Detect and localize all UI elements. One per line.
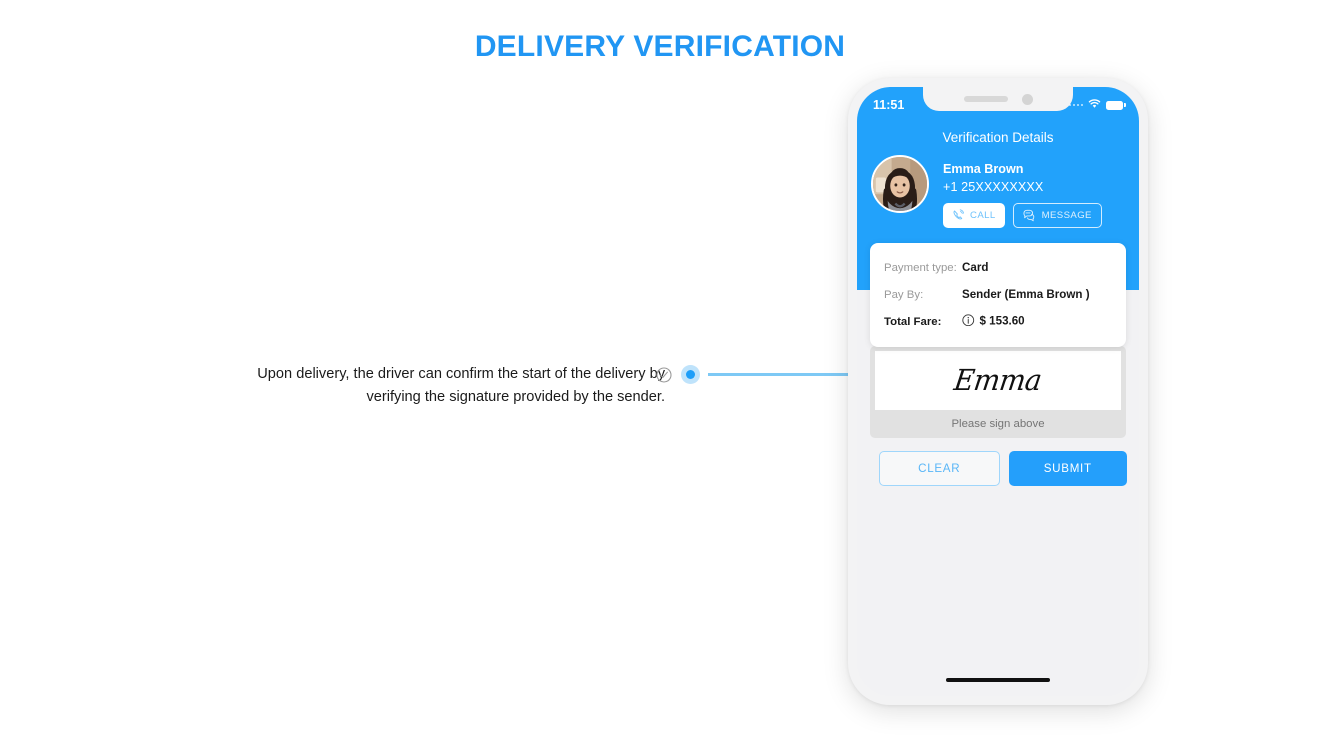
payment-type-value: Card [962,261,989,274]
connector-line [708,373,848,376]
total-fare-value: $ 153.60 [979,314,1025,328]
message-button[interactable]: MESSAGE [1012,203,1102,228]
payment-type-label: Payment type: [884,261,957,274]
payment-row-total: Total Fare: $ 153.60 [884,308,1112,335]
home-indicator[interactable] [946,678,1050,682]
contact-actions: CALL MESSAGE [943,203,1125,228]
total-fare-label: Total Fare: [884,315,942,328]
message-label: MESSAGE [1041,210,1092,221]
contact-name: Emma Brown [943,162,1024,176]
phone-screen: 11:51 Verification Details Emma Brown +1… [857,87,1139,696]
phone-mockup: 11:51 Verification Details Emma Brown +1… [848,78,1148,705]
signature-actions: CLEAR SUBMIT [879,451,1127,486]
info-circle-icon[interactable] [962,314,975,330]
status-time: 11:51 [873,98,905,112]
status-icons [1068,96,1126,114]
pay-by-label: Pay By: [884,288,924,301]
call-label: CALL [970,210,996,221]
contact-phone: +1 25XXXXXXXX [943,180,1044,194]
page-title: DELIVERY VERIFICATION [474,30,846,63]
signal-dots-icon [1068,103,1083,107]
call-button[interactable]: CALL [943,203,1005,228]
battery-full-icon [1106,100,1126,110]
payment-details-card: Payment type: Card Pay By: Sender (Emma … [870,243,1126,347]
payment-row-type: Payment type: Card [884,254,1112,281]
signature-canvas[interactable]: Emma [875,351,1121,410]
phone-icon [952,209,965,222]
wifi-icon [1088,96,1101,114]
user-avatar [871,155,929,213]
total-fare-value-wrap: $ 153.60 [962,314,1025,330]
connector-dot-marker [681,365,700,384]
contact-row: Emma Brown +1 25XXXXXXXX CALL MESSAGE [871,155,1125,228]
status-bar: 11:51 [857,95,1139,115]
payment-row-payby: Pay By: Sender (Emma Brown ) [884,281,1112,308]
signature-value: Emma [952,363,1044,397]
screen-title: Verification Details [942,130,1054,145]
chat-bubbles-icon [1023,209,1037,222]
submit-button[interactable]: SUBMIT [1008,451,1127,486]
signature-area: Emma Please sign above [870,346,1126,438]
check-circle-icon [656,367,672,383]
caption-text: Upon delivery, the driver can confirm th… [200,363,665,409]
clear-button[interactable]: CLEAR [879,451,1000,486]
caption-line-2: verifying the signature provided by the … [366,389,665,405]
signature-hint: Please sign above [951,418,1045,430]
contact-info: Emma Brown +1 25XXXXXXXX CALL MESSAGE [943,155,1125,228]
pay-by-value: Sender (Emma Brown ) [962,288,1090,301]
caption-line-1: Upon delivery, the driver can confirm th… [257,366,665,382]
